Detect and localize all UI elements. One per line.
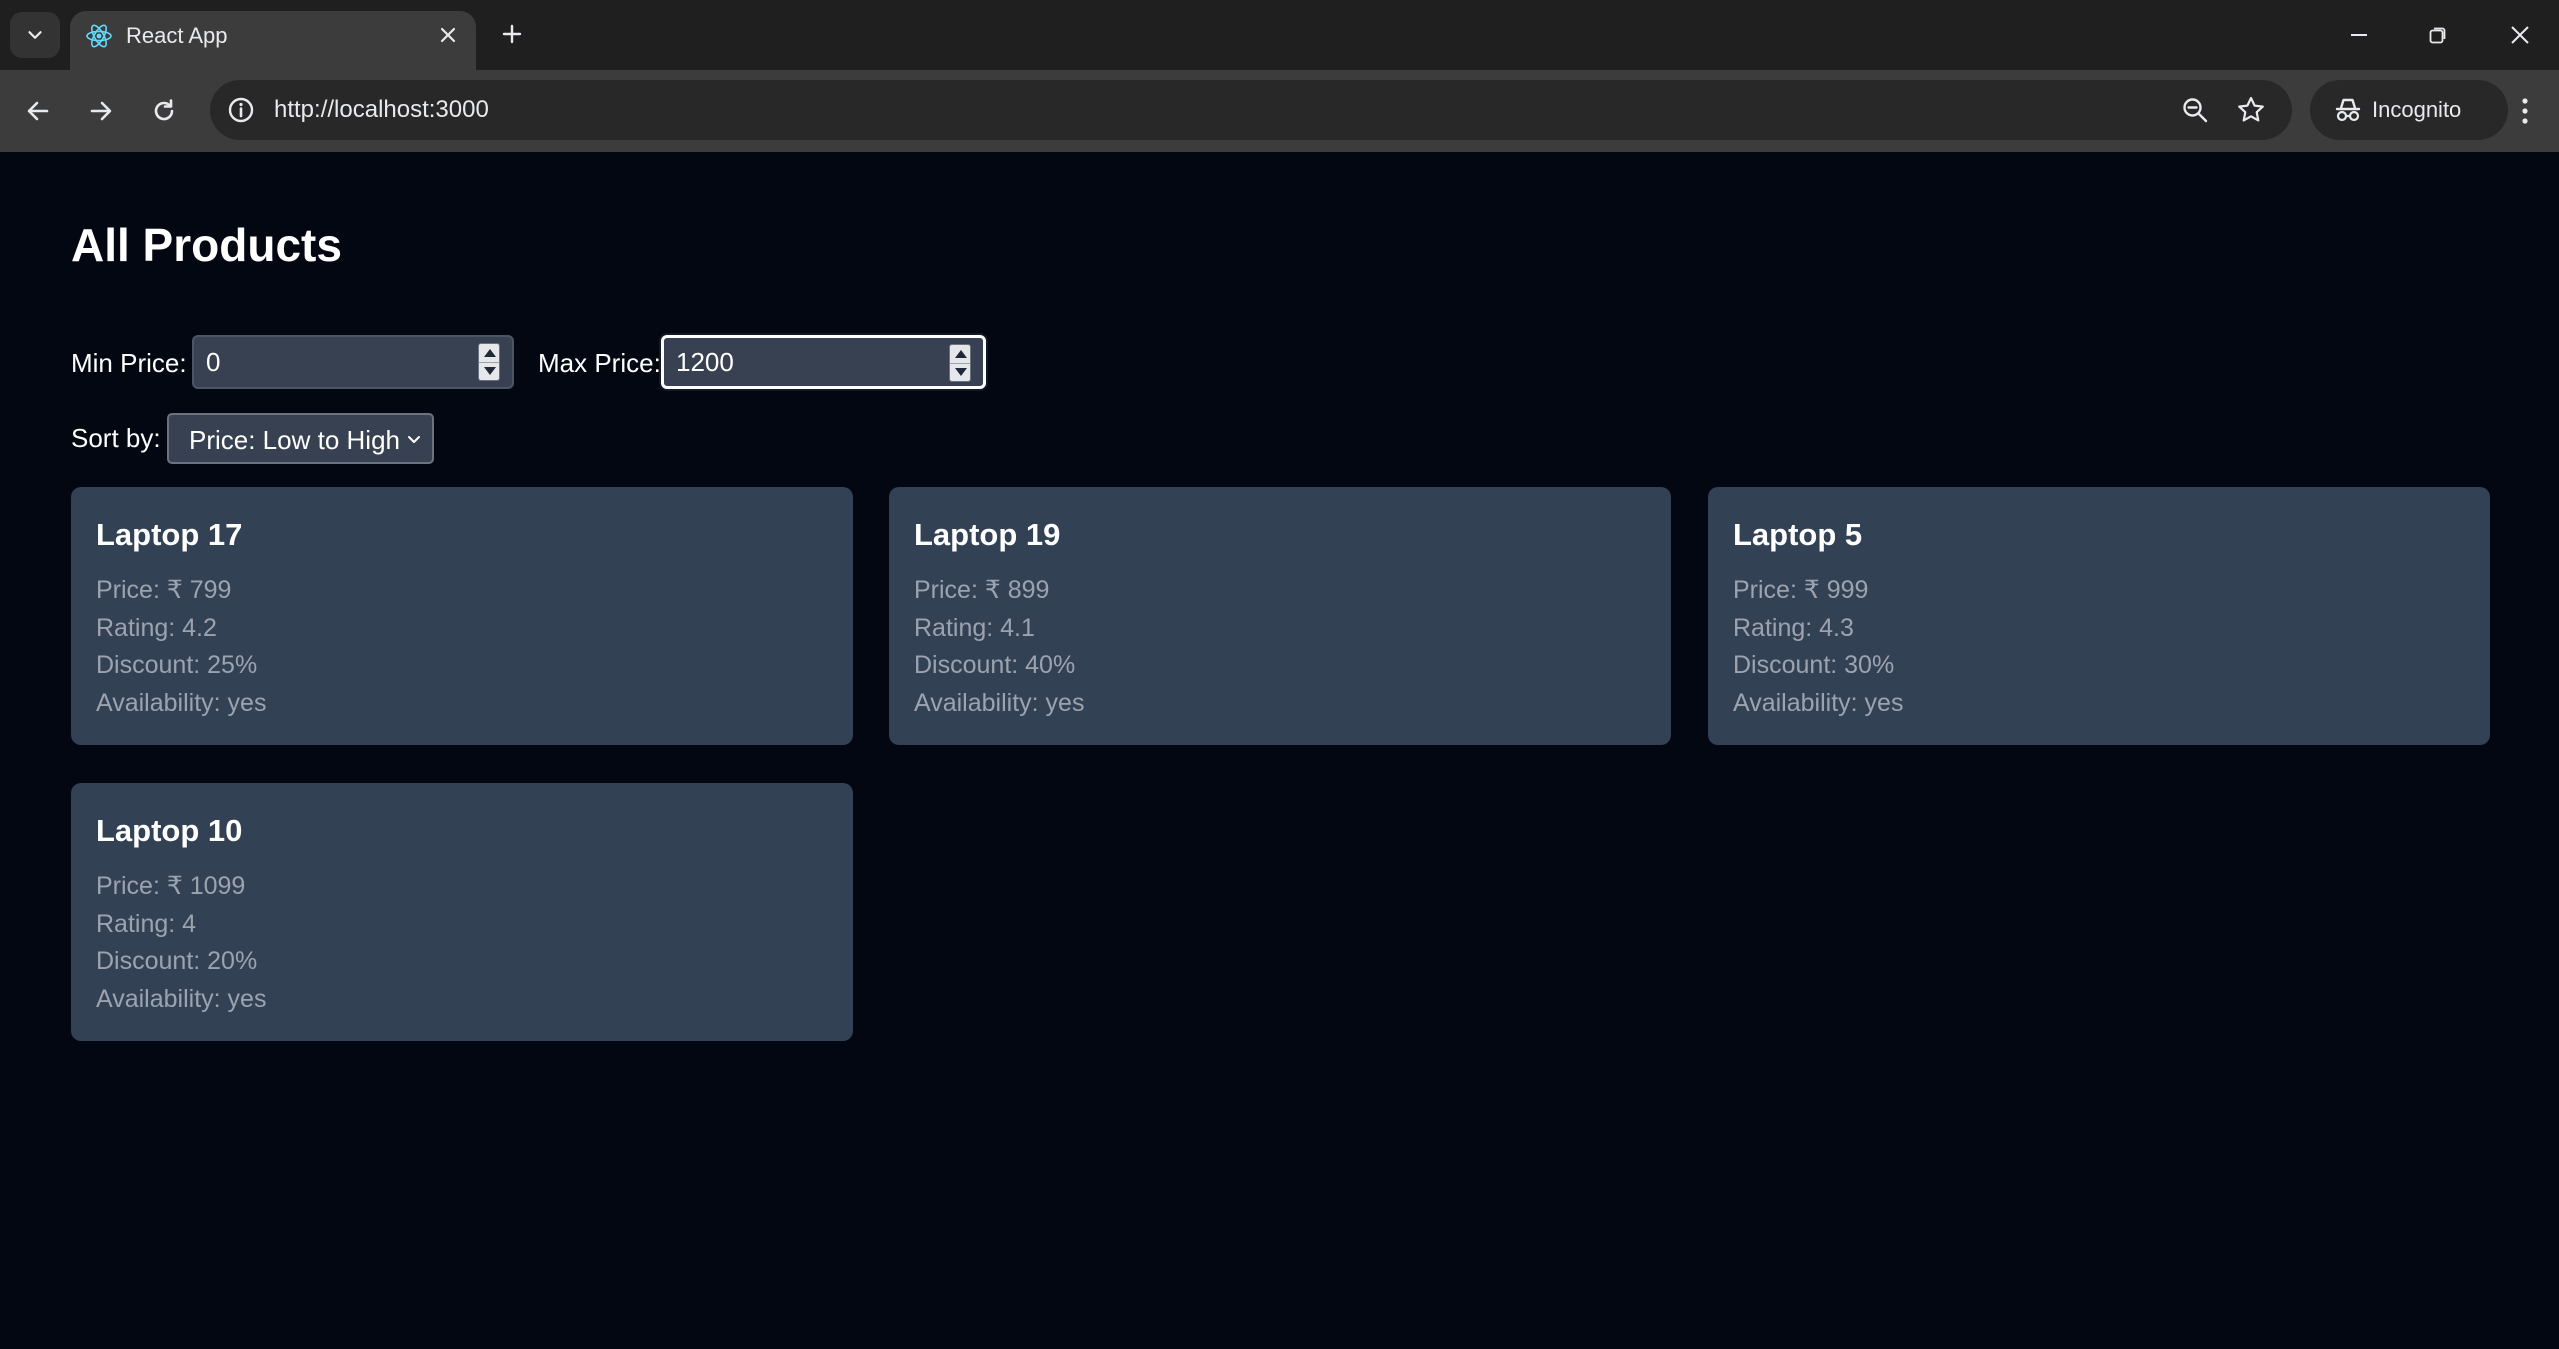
reload-icon <box>154 99 174 121</box>
spin-down-icon[interactable] <box>955 368 967 376</box>
restore-button[interactable] <box>2415 12 2461 58</box>
spin-up-icon[interactable] <box>955 350 967 358</box>
product-name: Laptop 19 <box>914 517 1061 552</box>
sort-label: Sort by: <box>71 423 161 453</box>
reload-button[interactable] <box>141 88 187 134</box>
max-price-value: 1200 <box>676 346 734 377</box>
product-card[interactable]: Laptop 17 Price: ₹ 799 Rating: 4.2 Disco… <box>71 487 853 745</box>
window-close-icon <box>2511 26 2529 44</box>
product-availability: Availability: yes <box>914 689 1085 717</box>
product-price: Price: ₹ 899 <box>914 576 1050 604</box>
zoom-button[interactable] <box>2177 92 2213 128</box>
min-price-spinner[interactable] <box>478 343 500 381</box>
zoom-icon <box>2183 98 2208 123</box>
min-price-input[interactable]: 0 <box>192 335 514 389</box>
react-favicon-icon <box>86 24 112 48</box>
more-vertical-icon <box>2522 98 2528 124</box>
spin-up-icon[interactable] <box>484 349 496 357</box>
restore-icon <box>2429 27 2446 44</box>
page-content: All Products Min Price: 0 Max Price: 120… <box>0 152 2559 1349</box>
max-price-spinner[interactable] <box>949 344 971 382</box>
product-rating: Rating: 4.1 <box>914 614 1035 642</box>
bookmark-button[interactable] <box>2233 92 2269 128</box>
product-discount: Discount: 30% <box>1733 651 1895 679</box>
page-title: All Products <box>71 219 342 271</box>
spinner-divider <box>950 363 970 364</box>
site-info-icon <box>228 97 254 123</box>
new-tab-button[interactable] <box>492 14 532 54</box>
max-price-label: Max Price: <box>538 348 661 378</box>
product-card[interactable]: Laptop 19 Price: ₹ 899 Rating: 4.1 Disco… <box>889 487 1671 745</box>
tab-list-icon <box>28 31 42 39</box>
address-bar[interactable]: http://localhost:3000 <box>210 80 2292 140</box>
product-discount: Discount: 20% <box>96 947 258 975</box>
min-price-value: 0 <box>206 346 221 377</box>
window-close-button[interactable] <box>2497 12 2543 58</box>
incognito-icon <box>2335 98 2361 122</box>
product-rating: Rating: 4 <box>96 910 197 938</box>
min-price-label: Min Price: <box>71 348 187 378</box>
tab-search-button[interactable] <box>10 12 60 58</box>
forward-arrow-icon <box>90 101 112 121</box>
max-price-input[interactable]: 1200 <box>661 335 986 389</box>
plus-icon <box>502 24 522 44</box>
product-availability: Availability: yes <box>1733 689 1904 717</box>
sort-select-value: Price: Low to High <box>189 425 400 455</box>
browser-tab-active[interactable]: React App <box>70 11 476 70</box>
product-price: Price: ₹ 799 <box>96 576 232 604</box>
star-icon <box>2238 96 2264 122</box>
sort-select[interactable]: Price: Low to High <box>167 413 434 464</box>
product-discount: Discount: 25% <box>96 651 258 679</box>
tab-title: React App <box>126 23 228 48</box>
product-card[interactable]: Laptop 5 Price: ₹ 999 Rating: 4.3 Discou… <box>1708 487 2490 745</box>
spinner-divider <box>479 362 499 363</box>
close-icon <box>440 27 456 43</box>
product-availability: Availability: yes <box>96 689 267 717</box>
browser-toolbar: http://localhost:3000 Incognito <box>0 70 2559 152</box>
incognito-indicator[interactable]: Incognito <box>2310 80 2508 140</box>
product-rating: Rating: 4.3 <box>1733 614 1854 642</box>
product-discount: Discount: 40% <box>914 651 1076 679</box>
spin-down-icon[interactable] <box>484 367 496 375</box>
product-price: Price: ₹ 1099 <box>96 872 246 900</box>
product-card[interactable]: Laptop 10 Price: ₹ 1099 Rating: 4 Discou… <box>71 783 853 1041</box>
product-name: Laptop 10 <box>96 813 243 848</box>
browser-menu-button[interactable] <box>2502 88 2548 134</box>
url-text[interactable]: http://localhost:3000 <box>274 96 489 124</box>
site-info-button[interactable] <box>224 93 258 127</box>
product-availability: Availability: yes <box>96 985 267 1013</box>
product-name: Laptop 17 <box>96 517 243 552</box>
chevron-down-icon <box>408 436 420 443</box>
tab-close-button[interactable] <box>434 21 462 49</box>
back-button[interactable] <box>15 88 61 134</box>
forward-button[interactable] <box>78 88 124 134</box>
back-arrow-icon <box>27 101 49 121</box>
incognito-label: Incognito <box>2372 97 2462 122</box>
minimize-icon <box>2351 34 2367 36</box>
product-rating: Rating: 4.2 <box>96 614 217 642</box>
product-name: Laptop 5 <box>1733 517 1863 552</box>
minimize-button[interactable] <box>2336 12 2382 58</box>
browser-tab-bar: React App <box>0 0 2559 70</box>
product-price: Price: ₹ 999 <box>1733 576 1869 604</box>
